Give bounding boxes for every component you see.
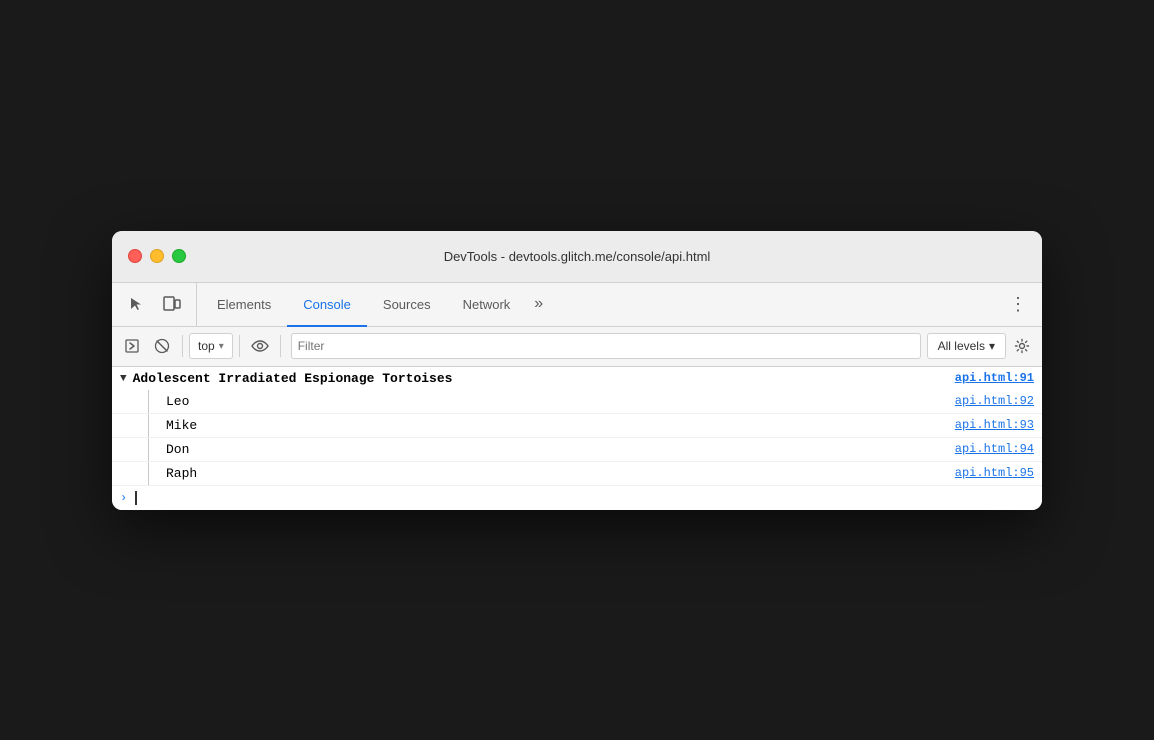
chevron-down-icon-levels: ▾: [989, 339, 995, 353]
tabbar-menu: ⋮: [1002, 283, 1034, 326]
child-link-2[interactable]: api.html:94: [935, 442, 1034, 456]
close-button[interactable]: [128, 249, 142, 263]
context-select[interactable]: top ▾: [189, 333, 233, 359]
chevron-down-icon: ▾: [219, 341, 224, 352]
child-name: Mike: [166, 418, 935, 433]
group-header-row: ▼ Adolescent Irradiated Espionage Tortoi…: [112, 367, 1042, 390]
child-link-3[interactable]: api.html:95: [935, 466, 1034, 480]
table-row: Raph api.html:95: [112, 462, 1042, 486]
group-title: Adolescent Irradiated Espionage Tortoise…: [133, 371, 935, 386]
table-row: Don api.html:94: [112, 438, 1042, 462]
devtools-window: DevTools - devtools.glitch.me/console/ap…: [112, 231, 1042, 510]
filter-wrapper: [291, 333, 921, 359]
maximize-button[interactable]: [172, 249, 186, 263]
minimize-button[interactable]: [150, 249, 164, 263]
child-name: Leo: [166, 394, 935, 409]
group-expand-arrow[interactable]: ▼: [120, 373, 127, 385]
table-row: Leo api.html:92: [112, 390, 1042, 414]
clear-console-button[interactable]: [148, 332, 176, 360]
tabbar-icons: [120, 283, 197, 326]
prompt-arrow-icon: ›: [120, 491, 127, 505]
tab-console[interactable]: Console: [287, 284, 367, 327]
toolbar-divider-2: [239, 335, 240, 357]
cursor-blink: [135, 491, 137, 505]
child-link-0[interactable]: api.html:92: [935, 394, 1034, 408]
cursor-icon-btn[interactable]: [120, 288, 152, 320]
device-icon-btn[interactable]: [156, 288, 188, 320]
console-toolbar: top ▾ All levels ▾: [112, 327, 1042, 367]
tab-sources[interactable]: Sources: [367, 284, 447, 327]
console-prompt[interactable]: ›: [112, 486, 1042, 510]
filter-input[interactable]: [292, 339, 920, 353]
expand-panel-button[interactable]: [118, 332, 146, 360]
tab-elements[interactable]: Elements: [201, 284, 287, 327]
child-name: Raph: [166, 466, 935, 481]
menu-dots-button[interactable]: ⋮: [1002, 288, 1034, 320]
eye-button[interactable]: [246, 332, 274, 360]
window-title: DevTools - devtools.glitch.me/console/ap…: [444, 249, 711, 264]
toolbar-divider-3: [280, 335, 281, 357]
toolbar-divider: [182, 335, 183, 357]
settings-gear-button[interactable]: [1008, 332, 1036, 360]
tabbar: Elements Console Sources Network » ⋮: [112, 283, 1042, 327]
group-link[interactable]: api.html:91: [935, 371, 1034, 385]
console-content: ▼ Adolescent Irradiated Espionage Tortoi…: [112, 367, 1042, 510]
tab-more[interactable]: »: [526, 284, 551, 327]
levels-dropdown[interactable]: All levels ▾: [927, 333, 1006, 359]
child-name: Don: [166, 442, 935, 457]
titlebar: DevTools - devtools.glitch.me/console/ap…: [112, 231, 1042, 283]
tab-network[interactable]: Network: [447, 284, 527, 327]
traffic-lights: [128, 249, 186, 263]
child-link-1[interactable]: api.html:93: [935, 418, 1034, 432]
table-row: Mike api.html:93: [112, 414, 1042, 438]
